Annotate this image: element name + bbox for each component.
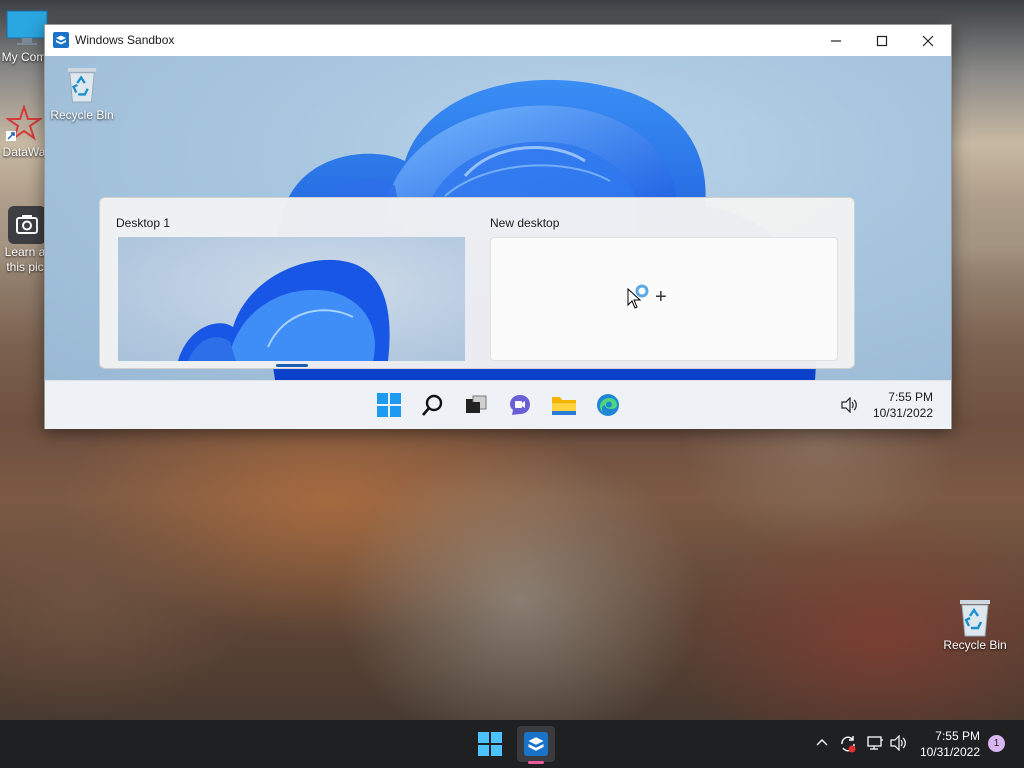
title-bar[interactable]: Windows Sandbox (45, 25, 951, 56)
maximize-button[interactable] (859, 25, 905, 56)
new-desktop-button[interactable]: + (490, 237, 838, 361)
running-app-indicator (528, 761, 544, 764)
chat-button[interactable] (505, 390, 535, 420)
minimize-icon (831, 39, 841, 42)
chat-icon (510, 395, 530, 415)
volume-button[interactable] (841, 396, 859, 418)
search-button[interactable] (418, 390, 448, 420)
minimize-button[interactable] (813, 25, 859, 56)
sandbox-desktop[interactable]: Recycle Bin Desktop 1 New desktop + (45, 56, 951, 380)
sandbox-window[interactable]: Windows Sandbox Recycle Bin Desktop 1 Ne… (44, 24, 952, 429)
task-view-button[interactable] (461, 390, 491, 420)
task-view-icon (466, 395, 487, 413)
notification-badge[interactable]: 1 (988, 735, 1005, 752)
recycle-bin-icon (957, 598, 993, 637)
close-icon (922, 35, 934, 46)
maximize-icon (876, 35, 888, 46)
vm-time: 7:55 PM (888, 390, 933, 404)
host-sandbox-button[interactable] (517, 726, 555, 762)
chevron-up-icon (816, 739, 828, 746)
sandbox-app-icon (524, 732, 548, 756)
sync-button[interactable] (838, 734, 858, 759)
task-view-panel: Desktop 1 New desktop + (99, 197, 855, 369)
sandbox-taskbar: 7:55 PM 10/31/2022 (45, 380, 951, 429)
desktop-card-1[interactable]: Desktop 1 (104, 203, 472, 367)
window-title: Windows Sandbox (75, 33, 175, 47)
desktop-card-label: New desktop (490, 216, 560, 230)
vm-date: 10/31/2022 (872, 406, 933, 420)
desktop-card-label: Desktop 1 (116, 216, 171, 230)
host-volume-button[interactable] (890, 734, 908, 756)
recycle-bin-icon (65, 66, 99, 104)
new-desktop-card[interactable]: New desktop + (478, 203, 848, 361)
edge-icon (597, 394, 619, 416)
monitor-icon (6, 10, 48, 46)
volume-icon (841, 396, 857, 414)
desktop-thumbnail[interactable] (118, 237, 465, 361)
network-button[interactable] (866, 734, 884, 757)
sandbox-recycle-bin[interactable]: Recycle Bin (47, 66, 117, 122)
bloom-thumbnail (178, 259, 390, 361)
close-button[interactable] (905, 25, 951, 56)
desktop-icon-label: My Com (1, 50, 47, 64)
host-date: 10/31/2022 (919, 745, 980, 759)
file-explorer-button[interactable] (549, 390, 579, 420)
volume-icon (890, 734, 906, 752)
sandbox-app-icon (53, 32, 69, 48)
edge-button[interactable] (593, 390, 623, 420)
host-clock[interactable]: 7:55 PM 10/31/2022 (920, 728, 980, 760)
file-explorer-icon (552, 397, 576, 415)
show-hidden-icons-button[interactable] (816, 736, 828, 754)
windows-logo-icon (478, 732, 502, 756)
datawa-icon (4, 103, 44, 141)
active-desktop-indicator (276, 364, 308, 367)
desktop-icon-label: Recycle Bin (943, 638, 1007, 652)
search-icon (422, 394, 443, 416)
desktop-icon-label: DataWa (2, 145, 46, 159)
desktop-icon-recycle-bin[interactable]: Recycle Bin (935, 598, 1015, 652)
vm-clock[interactable]: 7:55 PM 10/31/2022 (873, 389, 933, 421)
host-time: 7:55 PM (935, 729, 980, 743)
recycle-bin-label: Recycle Bin (50, 108, 114, 122)
windows-logo-icon (377, 393, 401, 417)
network-icon (867, 736, 883, 750)
add-desktop-icon: + (655, 286, 667, 308)
host-start-button[interactable] (475, 729, 505, 759)
sync-alert-icon (841, 736, 856, 753)
camera-icon (7, 205, 46, 244)
host-taskbar: 7:55 PM 10/31/2022 1 (0, 720, 1024, 768)
start-button[interactable] (374, 390, 404, 420)
loading-ring-icon (635, 284, 649, 298)
